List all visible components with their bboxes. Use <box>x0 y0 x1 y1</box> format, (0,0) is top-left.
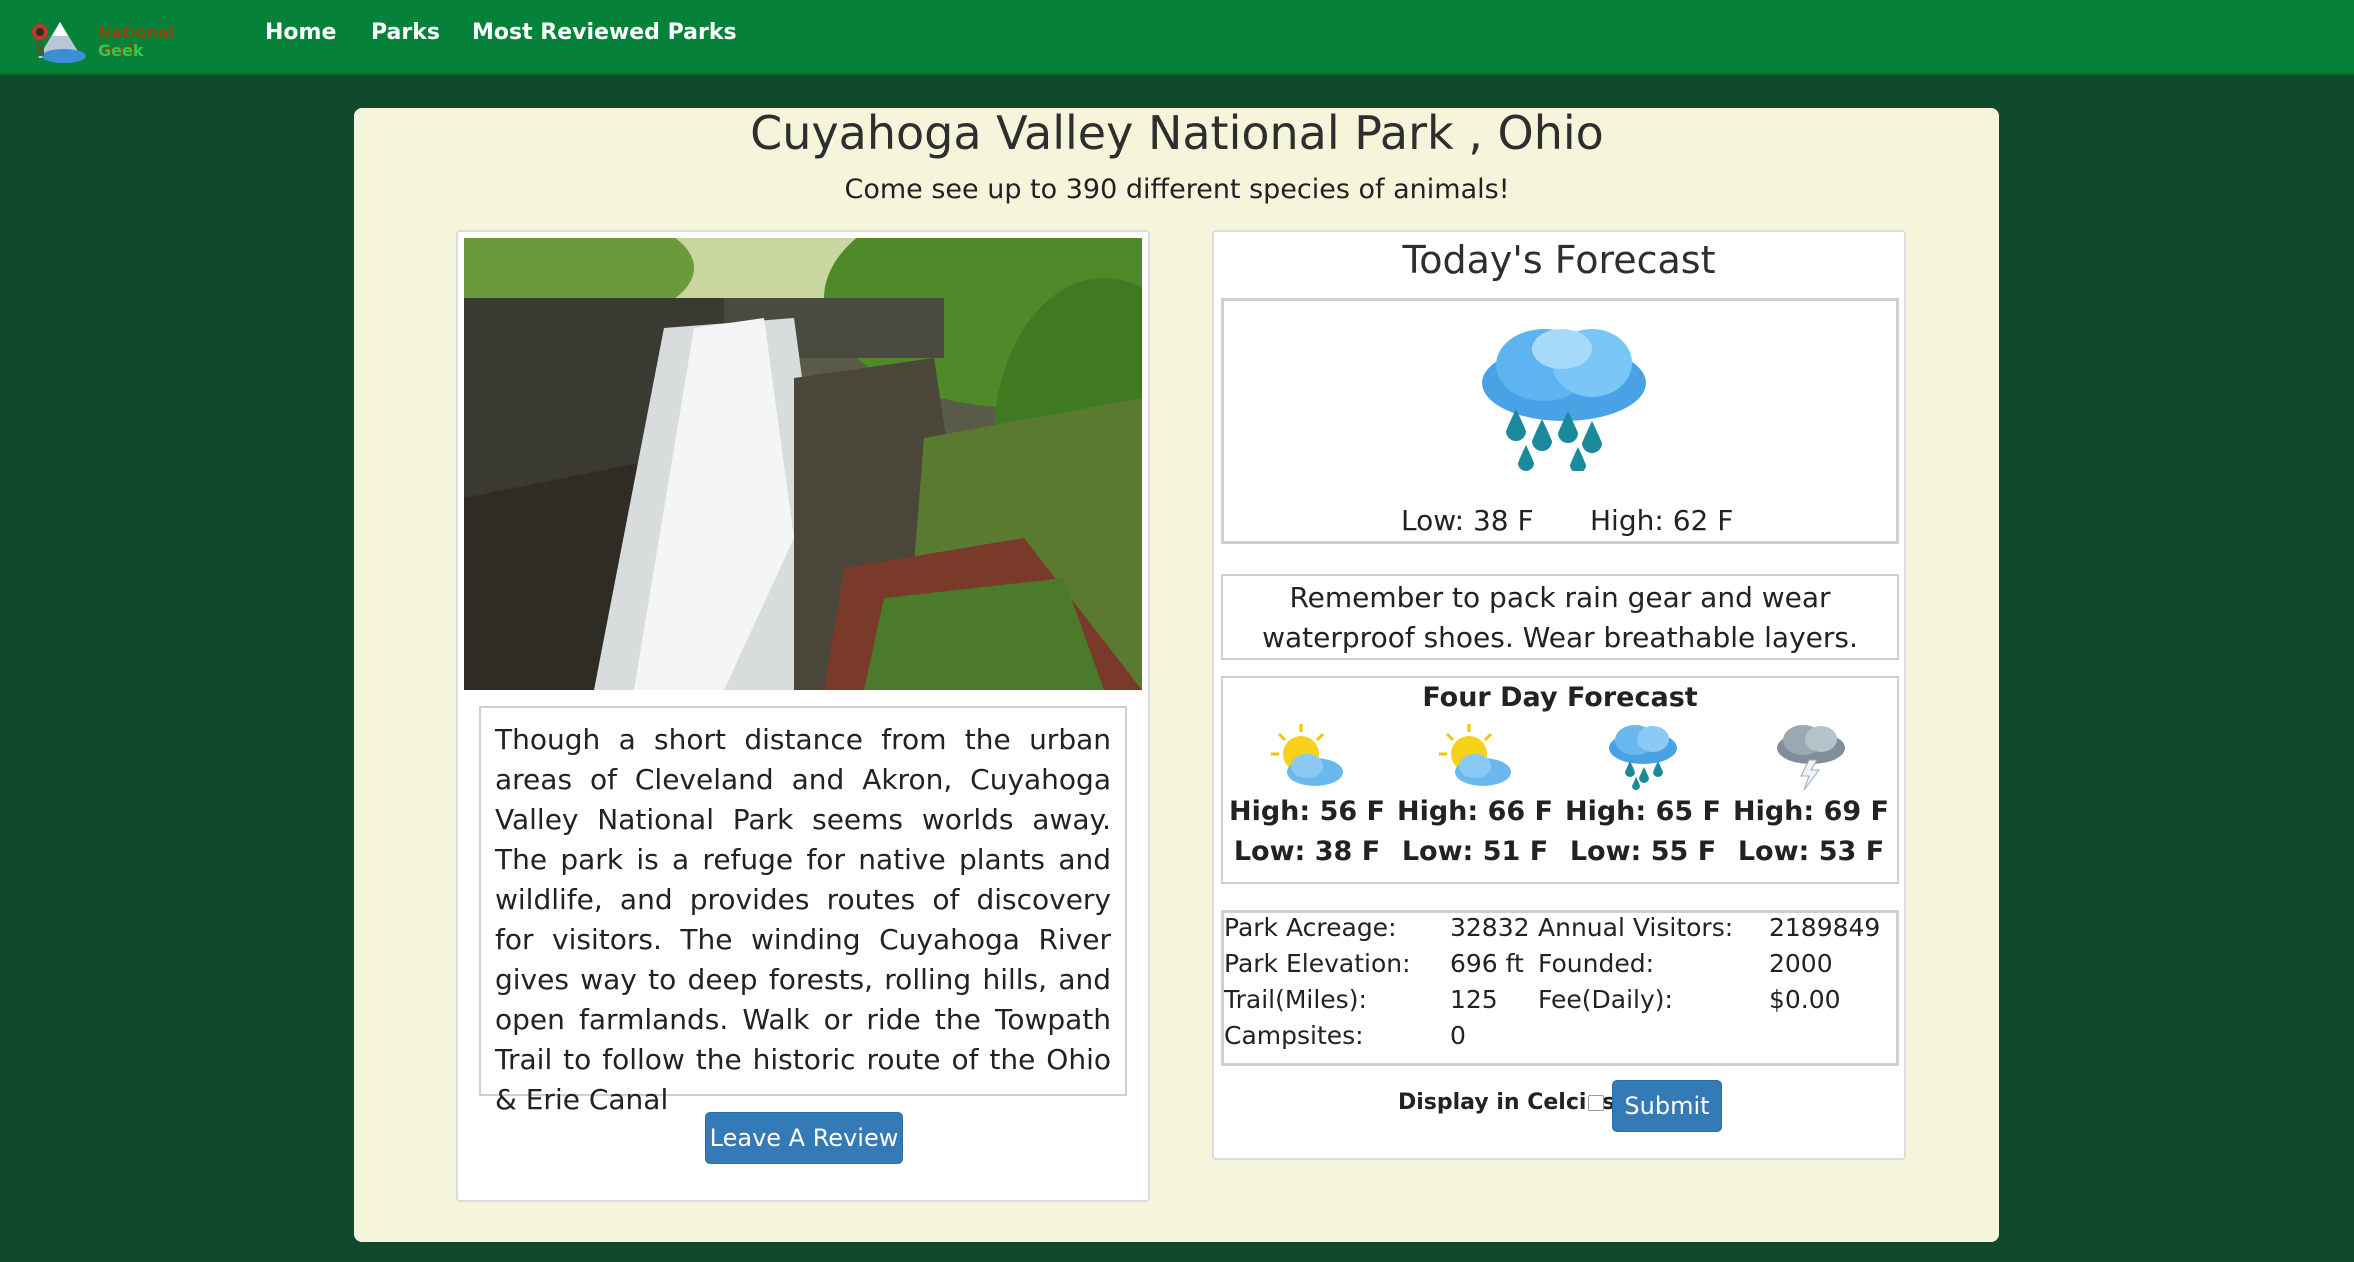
trail-label: Trail(Miles): <box>1224 985 1367 1014</box>
park-info-panel: Though a short distance from the urban a… <box>456 230 1150 1202</box>
thunderstorm-icon <box>1777 725 1845 791</box>
weather-tip: Remember to pack rain gear and wear wate… <box>1221 574 1899 660</box>
forecast-day-2: High: 66 F Low: 51 F <box>1391 722 1559 872</box>
campsites-label: Campsites: <box>1224 1021 1364 1050</box>
day-1-high: High: 56 F <box>1228 796 1385 827</box>
day-2-high: High: 66 F <box>1396 796 1553 827</box>
nav-parks-link[interactable]: Parks <box>371 20 440 45</box>
nav-most-reviewed-link[interactable]: Most Reviewed Parks <box>472 20 737 45</box>
founded-label: Founded: <box>1538 949 1655 978</box>
day-1-low: Low: 38 F <box>1233 836 1381 867</box>
visitors-value: 2189849 <box>1769 913 1881 942</box>
park-title: Cuyahoga Valley National Park , Ohio <box>750 106 1604 160</box>
park-stats-table: Park Acreage: 32832 Annual Visitors: 218… <box>1221 910 1899 1066</box>
day-2-low: Low: 51 F <box>1401 836 1549 867</box>
celcius-checkbox[interactable] <box>1588 1095 1604 1111</box>
visitors-label: Annual Visitors: <box>1538 913 1734 942</box>
leave-review-button[interactable]: Leave A Review <box>705 1112 903 1164</box>
fee-value: $0.00 <box>1769 985 1841 1014</box>
forecast-day-3: High: 65 F Low: 55 F <box>1559 722 1727 872</box>
acreage-label: Park Acreage: <box>1224 913 1397 942</box>
forecast-panel: Today's Forecast Low: 38 F High: 62 F Re… <box>1212 230 1906 1160</box>
site-logo[interactable]: National Park Geek <box>30 18 220 64</box>
today-high-temp: High: 62 F <box>1590 504 1734 537</box>
acreage-value: 32832 <box>1450 913 1530 942</box>
elevation-value: 696 ft <box>1450 949 1524 978</box>
top-navbar: National Park Geek Home Parks Most Revie… <box>0 0 2354 75</box>
rain-cloud-icon <box>1482 329 1646 471</box>
logo-icon <box>32 22 86 63</box>
trail-value: 125 <box>1450 985 1498 1014</box>
park-photo <box>464 238 1142 690</box>
forecast-day-4: High: 69 F Low: 53 F <box>1727 722 1895 872</box>
elevation-label: Park Elevation: <box>1224 949 1411 978</box>
forecast-day-1: High: 56 F Low: 38 F <box>1223 722 1391 872</box>
today-weather-box: Low: 38 F High: 62 F <box>1221 298 1899 544</box>
founded-value: 2000 <box>1769 949 1833 978</box>
logo-subtitle: Geek <box>98 41 144 60</box>
four-day-forecast-box: Four Day Forecast High: 56 F Low: 38 F H… <box>1221 676 1899 884</box>
rain-cloud-icon <box>1609 725 1677 790</box>
fee-label: Fee(Daily): <box>1538 985 1673 1014</box>
partly-sunny-icon <box>1271 724 1343 786</box>
park-subtitle: Come see up to 390 different species of … <box>844 174 1510 205</box>
day-4-high: High: 69 F <box>1732 796 1889 827</box>
park-description: Though a short distance from the urban a… <box>479 706 1127 1116</box>
day-3-low: Low: 55 F <box>1569 836 1717 867</box>
day-3-high: High: 65 F <box>1564 796 1721 827</box>
celcius-label: Display in Celcius <box>1398 1090 1616 1115</box>
campsites-value: 0 <box>1450 1021 1466 1050</box>
waterfall-image <box>464 238 1142 690</box>
partly-sunny-icon <box>1439 724 1511 786</box>
today-low-temp: Low: 38 F <box>1401 504 1534 537</box>
nav-home-link[interactable]: Home <box>265 20 336 45</box>
day-4-low: Low: 53 F <box>1737 836 1885 867</box>
todays-forecast-title: Today's Forecast <box>1402 238 1716 282</box>
submit-button[interactable]: Submit <box>1612 1080 1722 1132</box>
four-day-forecast-title: Four Day Forecast <box>1422 682 1698 713</box>
